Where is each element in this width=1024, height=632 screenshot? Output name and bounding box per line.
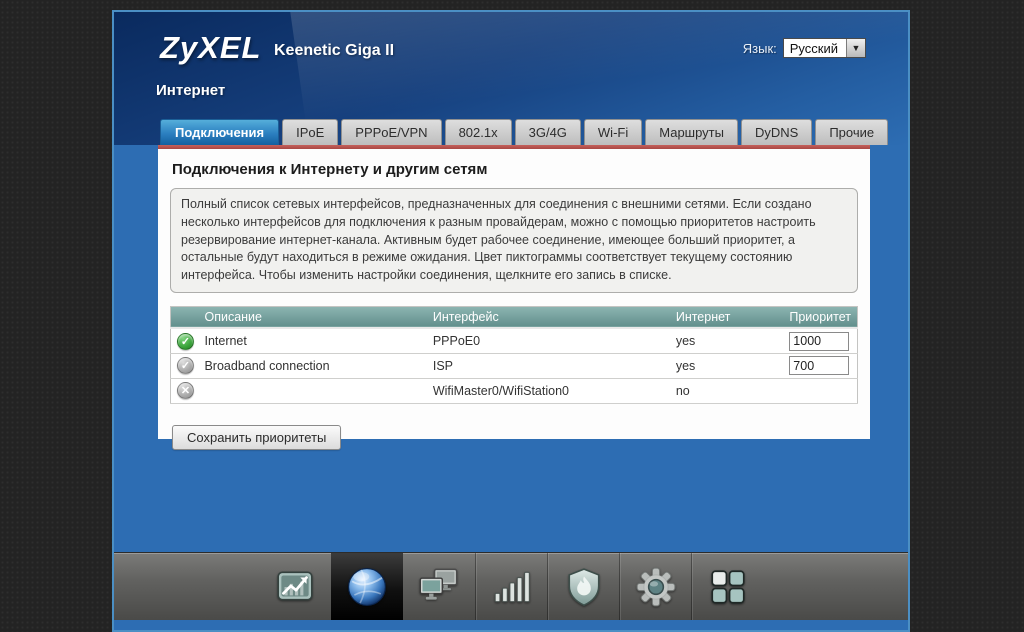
security-shield-icon — [563, 566, 605, 608]
tab-bar: Подключения IPoE PPPoE/VPN 802.1x 3G/4G … — [160, 119, 888, 145]
connection-internet: yes — [672, 353, 785, 378]
status-standby-icon: ✓ — [177, 357, 194, 374]
nav-applications[interactable] — [691, 553, 763, 621]
language-select[interactable]: Русский ▼ — [783, 38, 866, 58]
connection-interface: PPPoE0 — [429, 328, 672, 353]
language-label: Язык: — [743, 41, 777, 56]
status-down-icon: ✕ — [177, 382, 194, 399]
language-selector: Язык: Русский ▼ — [743, 38, 866, 58]
connection-description: Internet — [200, 328, 428, 353]
chevron-down-icon[interactable]: ▼ — [846, 39, 865, 57]
internet-column-header: Интернет — [672, 306, 785, 328]
applications-grid-icon — [707, 566, 749, 608]
nav-settings[interactable] — [619, 553, 691, 621]
device-model: Keenetic Giga II — [274, 42, 394, 60]
settings-gear-icon — [635, 566, 677, 608]
content-panel: Подключения к Интернету и другим сетям П… — [158, 149, 870, 439]
tab-ipoe[interactable]: IPoE — [282, 119, 338, 145]
page-title: Подключения к Интернету и другим сетям — [172, 161, 858, 178]
status-column-header — [171, 306, 201, 328]
priority-column-header: Приоритет — [785, 306, 857, 328]
nav-security[interactable] — [547, 553, 619, 621]
connection-interface: WifiMaster0/WifiStation0 — [429, 378, 672, 403]
tab-3g4g[interactable]: 3G/4G — [515, 119, 581, 145]
description-box: Полный список сетевых интерфейсов, предн… — [170, 188, 858, 293]
save-priorities-button[interactable]: Сохранить приоритеты — [172, 425, 341, 450]
zyxel-logo: ZyXEL — [160, 30, 261, 66]
tab-other[interactable]: Прочие — [815, 119, 888, 145]
interface-column-header: Интерфейс — [429, 306, 672, 328]
nav-home-network[interactable] — [403, 553, 475, 621]
tab-dydns[interactable]: DyDNS — [741, 119, 812, 145]
router-admin-window: ZyXEL Keenetic Giga II Язык: Русский ▼ И… — [112, 10, 910, 632]
bottom-toolbar — [114, 552, 908, 620]
status-up-icon: ✓ — [177, 333, 194, 350]
tab-wifi[interactable]: Wi-Fi — [584, 119, 642, 145]
connections-table: Описание Интерфейс Интернет Приоритет ✓ … — [170, 306, 858, 404]
tab-connections[interactable]: Подключения — [160, 119, 279, 145]
wifi-signal-icon — [491, 566, 533, 608]
table-header-row: Описание Интерфейс Интернет Приоритет — [171, 306, 858, 328]
language-select-value: Русский — [784, 39, 846, 57]
nav-system-monitor[interactable] — [259, 553, 331, 621]
table-row[interactable]: ✕ WifiMaster0/WifiStation0 no — [171, 378, 858, 403]
tab-8021x[interactable]: 802.1x — [445, 119, 512, 145]
nav-wifi-signal[interactable] — [475, 553, 547, 621]
header: ZyXEL Keenetic Giga II Язык: Русский ▼ И… — [114, 12, 908, 145]
home-network-icon — [417, 565, 461, 609]
table-row[interactable]: ✓ Internet PPPoE0 yes — [171, 328, 858, 353]
tab-pppoe-vpn[interactable]: PPPoE/VPN — [341, 119, 441, 145]
table-row[interactable]: ✓ Broadband connection ISP yes — [171, 353, 858, 378]
connection-internet: no — [672, 378, 785, 403]
description-column-header: Описание — [200, 306, 428, 328]
toolbar-footer-strip — [114, 620, 908, 632]
section-title: Интернет — [156, 82, 225, 99]
connection-description: Broadband connection — [200, 353, 428, 378]
connection-internet: yes — [672, 328, 785, 353]
connection-description — [200, 378, 428, 403]
priority-input[interactable] — [789, 332, 849, 351]
priority-input[interactable] — [789, 356, 849, 375]
connection-interface: ISP — [429, 353, 672, 378]
system-monitor-icon — [274, 566, 316, 608]
tab-routes[interactable]: Маршруты — [645, 119, 738, 145]
nav-internet[interactable] — [331, 553, 403, 621]
internet-globe-icon — [344, 564, 390, 610]
